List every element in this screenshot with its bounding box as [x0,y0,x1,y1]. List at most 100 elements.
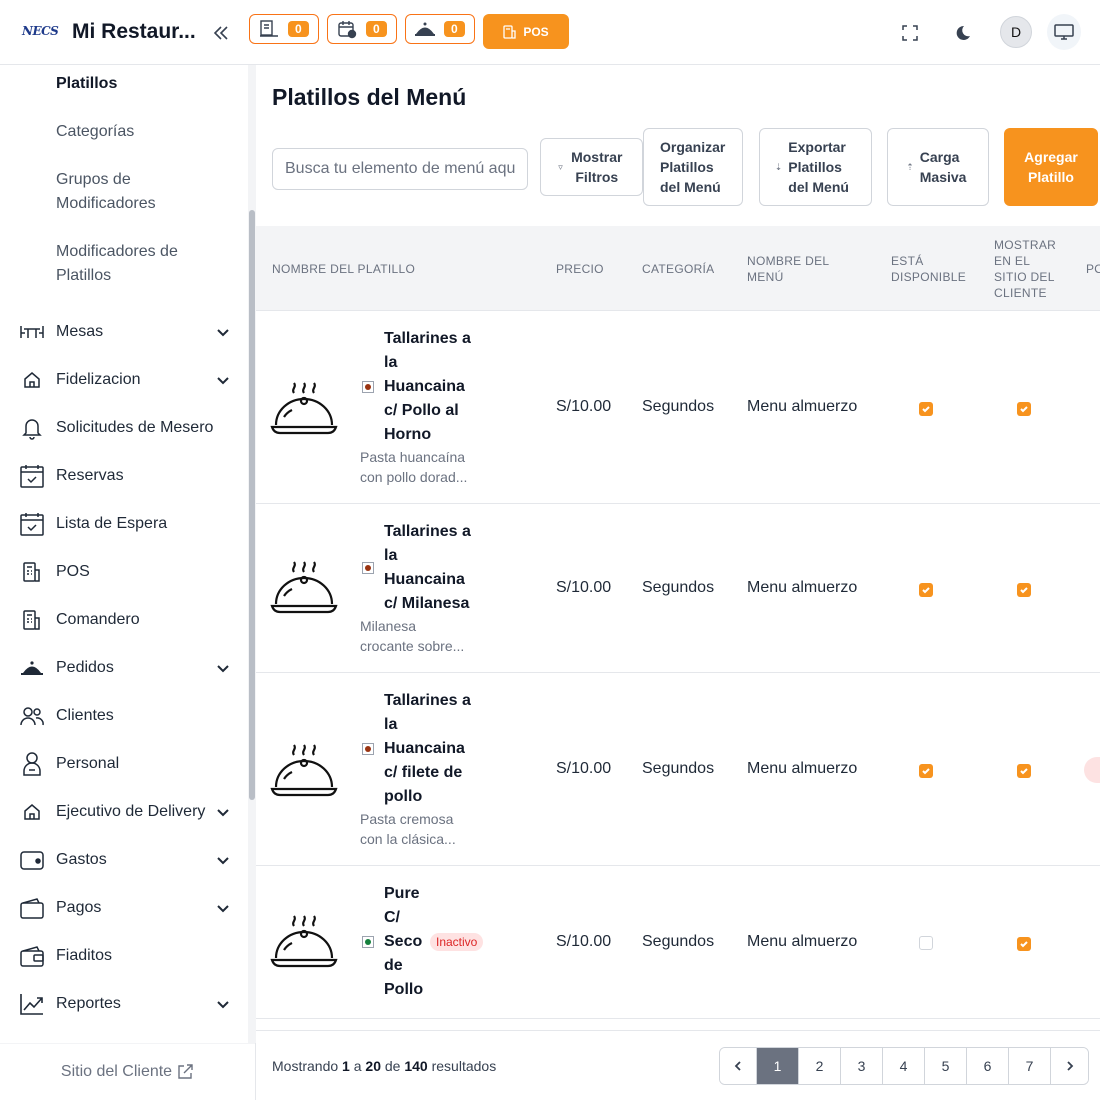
table-row[interactable]: Tallarines a la Huancaina c/ filete de pollo… [256,673,1100,866]
table-row[interactable]: Pure C/Seco de Pollo Inactivo S/10.00 Segun… [256,866,1100,1019]
table-row[interactable]: Tallarines a la Huancaina c/ Pollo al Horno … [256,311,1100,504]
sidebar-item-pedidos[interactable]: Pedidos [20,656,230,680]
sidebar-item-personal[interactable]: Personal [20,752,230,776]
sidebar-subitem-categorias[interactable]: Categorías [56,120,134,144]
receipt-icon [260,20,278,37]
column-header-available[interactable]: ESTÁ DISPONIBLE [891,253,971,285]
table-footer: Mostrando 1 a 20 de 140 resultados 1 2 3… [256,1030,1100,1100]
page-button-7[interactable]: 7 [1009,1048,1051,1084]
sidebar-item-lista-espera[interactable]: Lista de Espera [20,512,230,536]
fullscreen-button[interactable] [895,18,925,48]
sidebar-item-pos[interactable]: POS [20,560,230,584]
sidebar-item-reservas[interactable]: Reservas [20,464,230,488]
bell-icon [22,419,42,440]
page-button-3[interactable]: 3 [841,1048,883,1084]
sidebar-subitem-platillos[interactable]: Platillos [56,72,117,96]
waiter-count: 0 [444,21,465,37]
calendar-check-icon [338,21,357,39]
export-dishes-label: Exportar Platillos del Menú [788,139,849,195]
dish-name[interactable]: Pure C/Seco de Pollo [384,882,423,1002]
results-summary: Mostrando 1 a 20 de 140 resultados [272,1058,497,1074]
search-input[interactable] [272,148,528,190]
table-row[interactable]: Tallarines a la Huancaina c/ Milanesa Milan… [256,504,1100,673]
bulk-upload-button[interactable]: ⇡ Carga Masiva [887,128,989,206]
available-checkbox[interactable] [919,936,933,950]
available-checkbox[interactable] [919,402,933,416]
page-button-5[interactable]: 5 [925,1048,967,1084]
sidebar-item-reportes[interactable]: Reportes [20,992,230,1016]
restaurant-name[interactable]: Mi Restaur... [72,20,196,44]
user-avatar[interactable]: D [1000,16,1032,48]
sidebar-item-label: Pedidos [56,659,114,676]
dish-menu: Menu almuerzo [747,398,858,415]
export-dishes-button[interactable]: ⇣ Exportar Platillos del Menú [759,128,872,206]
veg-indicator [362,562,374,574]
dish-description: Milanesa crocante sobre... [360,618,465,654]
pos-button-label: POS [523,24,549,39]
sidebar-item-label: Fidelizacion [56,371,141,388]
check-icon [1020,587,1028,594]
column-header-price[interactable]: PRECIO [556,261,604,277]
show-site-checkbox[interactable] [1017,937,1031,951]
sidebar-item-pagos[interactable]: Pagos [20,896,230,920]
sidebar-item-comandero[interactable]: Comandero [20,608,230,632]
organize-dishes-button[interactable]: Organizar Platillos del Menú [643,128,743,206]
table-header: NOMBRE DEL PLATILLO PRECIO CATEGORÍA NOM… [256,226,1100,311]
waiter-counter-button[interactable]: 0 [405,14,475,44]
sidebar-item-fidelizacion[interactable]: Fidelizacion [20,368,230,392]
check-icon [922,406,930,413]
sidebar-scrollbar-thumb[interactable] [249,210,255,800]
column-header-category[interactable]: CATEGORÍA [642,261,715,277]
page-button-4[interactable]: 4 [883,1048,925,1084]
pos-button[interactable]: POS [483,14,569,49]
dish-name[interactable]: Tallarines a la Huancaina c/ filete de pollo [384,689,471,809]
dish-description: Pasta cremosa con la clásica... [360,811,456,847]
fullscreen-icon [902,25,918,41]
sidebar-item-fiaditos[interactable]: Fiaditos [20,944,230,968]
collapse-sidebar-button[interactable] [208,20,234,46]
pos-icon [23,562,40,582]
sidebar-subitem-grupos-modificadores[interactable]: Grupos de Modificadores [56,168,206,216]
next-page-button[interactable] [1051,1048,1088,1084]
show-site-checkbox[interactable] [1017,583,1031,597]
page-button-6[interactable]: 6 [967,1048,1009,1084]
display-mode-button[interactable] [1047,14,1081,50]
dish-menu: Menu almuerzo [747,579,858,596]
dish-description: Pasta huancaína con pollo dorad... [360,449,468,485]
client-site-link[interactable]: Sitio del Cliente [0,1043,255,1100]
chevron-right-icon [1066,1061,1073,1071]
column-header-menu[interactable]: NOMBRE DEL MENÚ [747,253,837,285]
row-action-button[interactable] [1084,757,1100,783]
page-button-2[interactable]: 2 [799,1048,841,1084]
reservations-counter-button[interactable]: 0 [327,14,397,44]
sidebar-subitem-modificadores[interactable]: Modificadores de Platillos [56,240,206,288]
available-checkbox[interactable] [919,583,933,597]
show-filters-button[interactable]: ▿ Mostrar Filtros [540,138,643,196]
veg-indicator [362,936,374,948]
sidebar-item-mesas[interactable]: Mesas [20,320,230,344]
sidebar-item-ejecutivo-delivery[interactable]: Ejecutivo de Delivery [20,800,230,824]
dark-mode-button[interactable] [948,18,978,48]
orders-counter-button[interactable]: 0 [249,14,319,44]
sidebar-item-label: Ejecutivo de Delivery [56,803,206,820]
sidebar-item-gastos[interactable]: Gastos [20,848,230,872]
dish-category: Segundos [642,579,715,596]
column-header-more[interactable]: PO [1086,261,1100,277]
cloche-icon [415,22,435,36]
veg-indicator [362,743,374,755]
show-site-checkbox[interactable] [1017,402,1031,416]
dish-name[interactable]: Tallarines a la Huancaina c/ Milanesa [384,520,471,616]
add-dish-button[interactable]: Agregar Platillo [1004,128,1098,206]
cloche-icon [270,382,338,435]
show-site-checkbox[interactable] [1017,764,1031,778]
available-checkbox[interactable] [919,764,933,778]
sidebar-item-solicitudes-mesero[interactable]: Solicitudes de Mesero [20,416,230,440]
sidebar-item-clientes[interactable]: Clientes [20,704,230,728]
prev-page-button[interactable] [720,1048,757,1084]
veg-dot [365,384,371,390]
dish-name[interactable]: Tallarines a la Huancaina c/ Pollo al Horno [384,327,471,447]
reservations-count: 0 [366,21,387,37]
page-button-1[interactable]: 1 [757,1048,799,1084]
column-header-show-site[interactable]: MOSTRAR EN EL SITIO DEL CLIENTE [994,237,1064,301]
column-header-name[interactable]: NOMBRE DEL PLATILLO [272,261,415,277]
